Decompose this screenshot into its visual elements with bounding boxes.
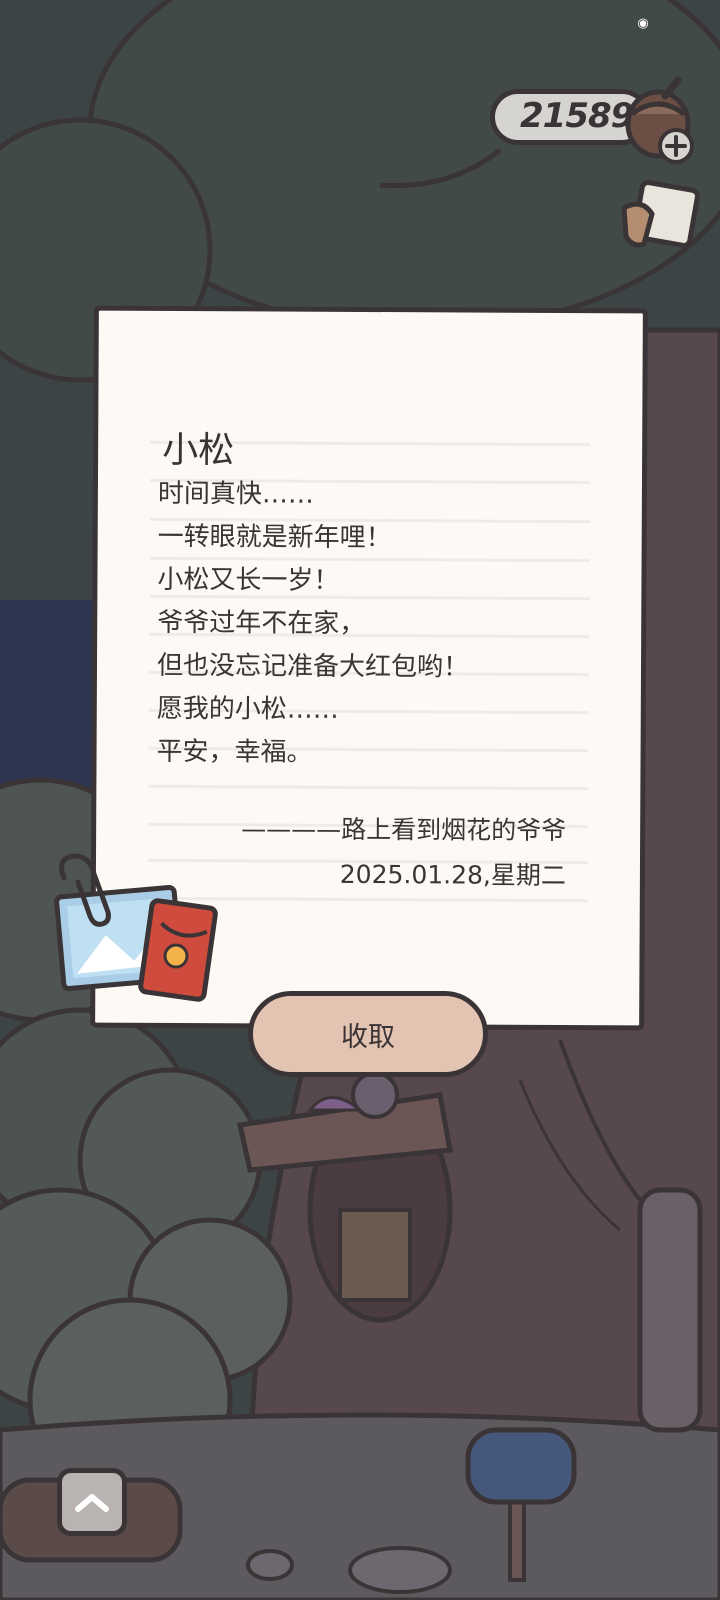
- collect-button[interactable]: 收取: [248, 991, 488, 1077]
- letter-line: 愿我的小松……: [156, 693, 339, 725]
- letter-line: 小松又长一岁！: [157, 564, 340, 596]
- acorn-count: 21589: [520, 96, 634, 136]
- chevron-up-icon: [75, 1494, 109, 1512]
- letter-line: 一转眼就是新年哩！: [157, 521, 392, 554]
- cat-face-icon: ◉: [637, 16, 649, 31]
- plus-icon[interactable]: [656, 126, 696, 166]
- notebook-icon[interactable]: [618, 178, 702, 258]
- letter-signature: ————路上看到烟花的爷爷: [241, 814, 567, 846]
- red-envelope-icon: [138, 898, 218, 1002]
- letter-greeting: 小松: [162, 429, 235, 472]
- letter-line: 时间真快……: [157, 478, 315, 510]
- letter-line: 爷爷过年不在家，: [157, 607, 366, 639]
- letter-line: 平安，幸福。: [156, 736, 313, 768]
- expand-button[interactable]: [57, 1468, 127, 1536]
- letter-body: 时间真快…… 一转眼就是新年哩！ 小松又长一岁！ 爷爷过年不在家， 但也没忘记准…: [156, 473, 470, 776]
- ruled-line: [148, 784, 589, 791]
- letter-line: 但也没忘记准备大红包哟！: [156, 650, 470, 683]
